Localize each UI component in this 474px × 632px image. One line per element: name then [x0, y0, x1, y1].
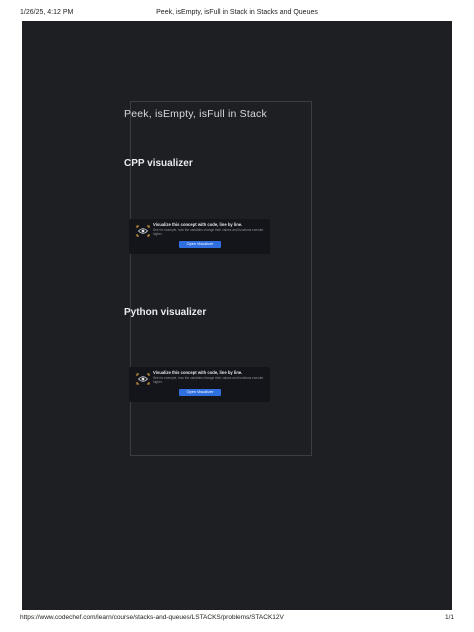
cpp-visualizer-card: Visualize this concept with code, line b…	[129, 219, 270, 254]
print-header: 1/26/25, 4:12 PM Peek, isEmpty, isFull i…	[0, 9, 474, 21]
card-title: Visualize this concept with code, line b…	[153, 370, 243, 375]
cpp-visualizer-heading: CPP visualizer	[124, 158, 193, 169]
content-frame	[130, 101, 312, 456]
open-visualizer-button[interactable]: Open Visualizer	[179, 389, 221, 396]
page-url: https://www.codechef.com/learn/course/st…	[20, 614, 284, 621]
print-title: Peek, isEmpty, isFull in Stack in Stacks…	[156, 9, 318, 16]
eye-icon	[136, 372, 150, 385]
page-count: 1/1	[444, 614, 454, 621]
card-subtitle: See for example, how the variables chang…	[153, 376, 264, 384]
python-visualizer-heading: Python visualizer	[124, 307, 207, 318]
page-title: Peek, isEmpty, isFull in Stack	[124, 108, 267, 120]
open-visualizer-button[interactable]: Open Visualizer	[179, 241, 221, 248]
card-subtitle: See for example, how the variables chang…	[153, 228, 264, 236]
print-footer: https://www.codechef.com/learn/course/st…	[0, 614, 474, 626]
eye-icon	[136, 224, 150, 237]
card-title: Visualize this concept with code, line b…	[153, 222, 243, 227]
python-visualizer-card: Visualize this concept with code, line b…	[129, 367, 270, 402]
